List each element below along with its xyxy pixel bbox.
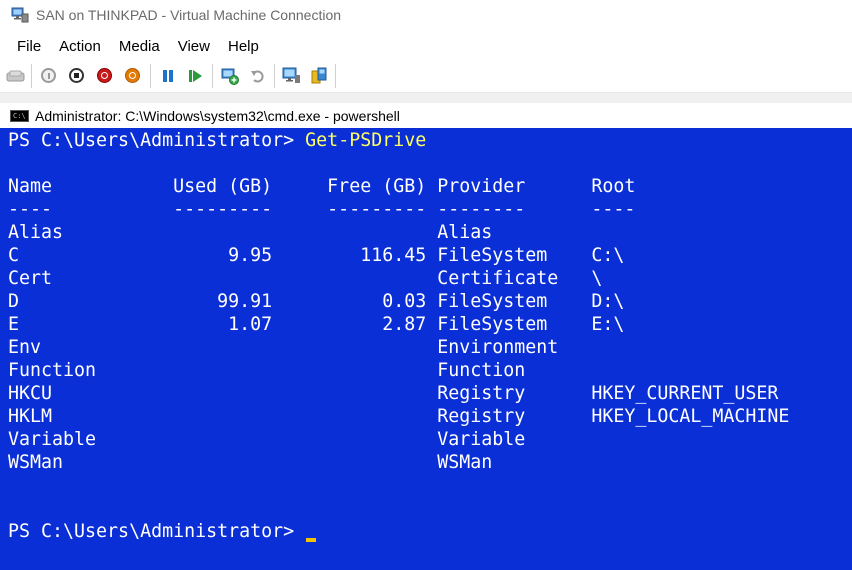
text-cursor bbox=[306, 538, 316, 542]
console-title: Administrator: C:\Windows\system32\cmd.e… bbox=[35, 107, 400, 124]
menu-file[interactable]: File bbox=[9, 38, 49, 55]
toolbar-separator bbox=[274, 64, 275, 88]
table-header: Name Used (GB) Free (GB) Provider Root bbox=[8, 176, 636, 197]
table-row: HKLM Registry HKEY_LOCAL_MACHINE bbox=[8, 406, 790, 427]
table-row: WSMan WSMan bbox=[8, 452, 493, 473]
table-underline: ---- --------- --------- -------- ---- bbox=[8, 199, 636, 220]
table-row: D 99.91 0.03 FileSystem D:\ bbox=[8, 291, 625, 312]
final-prompt: PS C:\Users\Administrator> bbox=[8, 521, 306, 542]
revert-icon[interactable] bbox=[248, 66, 267, 85]
window-title-bar: SAN on THINKPAD - Virtual Machine Connec… bbox=[0, 0, 852, 30]
menu-media[interactable]: Media bbox=[111, 38, 168, 55]
table-row: HKCU Registry HKEY_CURRENT_USER bbox=[8, 383, 779, 404]
table-row: Cert Certificate \ bbox=[8, 268, 603, 289]
shut-down-icon[interactable] bbox=[95, 66, 114, 85]
cmd-icon: C:\ bbox=[10, 109, 29, 122]
turn-off-icon[interactable] bbox=[67, 66, 86, 85]
toolbar-separator bbox=[335, 64, 336, 88]
toolbar-separator bbox=[150, 64, 151, 88]
menu-help[interactable]: Help bbox=[220, 38, 267, 55]
checkpoint-icon[interactable] bbox=[220, 66, 239, 85]
power-icon[interactable] bbox=[123, 66, 142, 85]
enhanced-session-icon[interactable] bbox=[282, 66, 301, 85]
ctrl-alt-del-icon[interactable] bbox=[6, 66, 25, 85]
toolbar bbox=[0, 60, 852, 93]
start-icon[interactable] bbox=[39, 66, 58, 85]
console-title-bar: C:\ Administrator: C:\Windows\system32\c… bbox=[0, 103, 852, 128]
table-row: C 9.95 116.45 FileSystem C:\ bbox=[8, 245, 625, 266]
toolbar-separator bbox=[212, 64, 213, 88]
prompt: PS C:\Users\Administrator> bbox=[8, 130, 306, 151]
menu-view[interactable]: View bbox=[170, 38, 218, 55]
table-row: Alias Alias bbox=[8, 222, 493, 243]
window-title: SAN on THINKPAD - Virtual Machine Connec… bbox=[36, 7, 342, 23]
share-icon[interactable] bbox=[309, 66, 328, 85]
resume-icon[interactable] bbox=[186, 66, 205, 85]
menu-bar: File Action Media View Help bbox=[0, 32, 852, 60]
virtual-machine-icon bbox=[11, 7, 29, 23]
desktop-gap bbox=[0, 93, 852, 103]
powershell-console[interactable]: PS C:\Users\Administrator> Get-PSDrive N… bbox=[0, 128, 852, 570]
table-row: Function Function bbox=[8, 360, 526, 381]
table-row: E 1.07 2.87 FileSystem E:\ bbox=[8, 314, 625, 335]
toolbar-separator bbox=[31, 64, 32, 88]
command-line: PS C:\Users\Administrator> Get-PSDrive bbox=[8, 129, 426, 152]
menu-action[interactable]: Action bbox=[51, 38, 109, 55]
table-row: Variable Variable bbox=[8, 429, 526, 450]
command: Get-PSDrive bbox=[305, 130, 427, 151]
table-row: Env Environment bbox=[8, 337, 559, 358]
pause-icon[interactable] bbox=[158, 66, 177, 85]
